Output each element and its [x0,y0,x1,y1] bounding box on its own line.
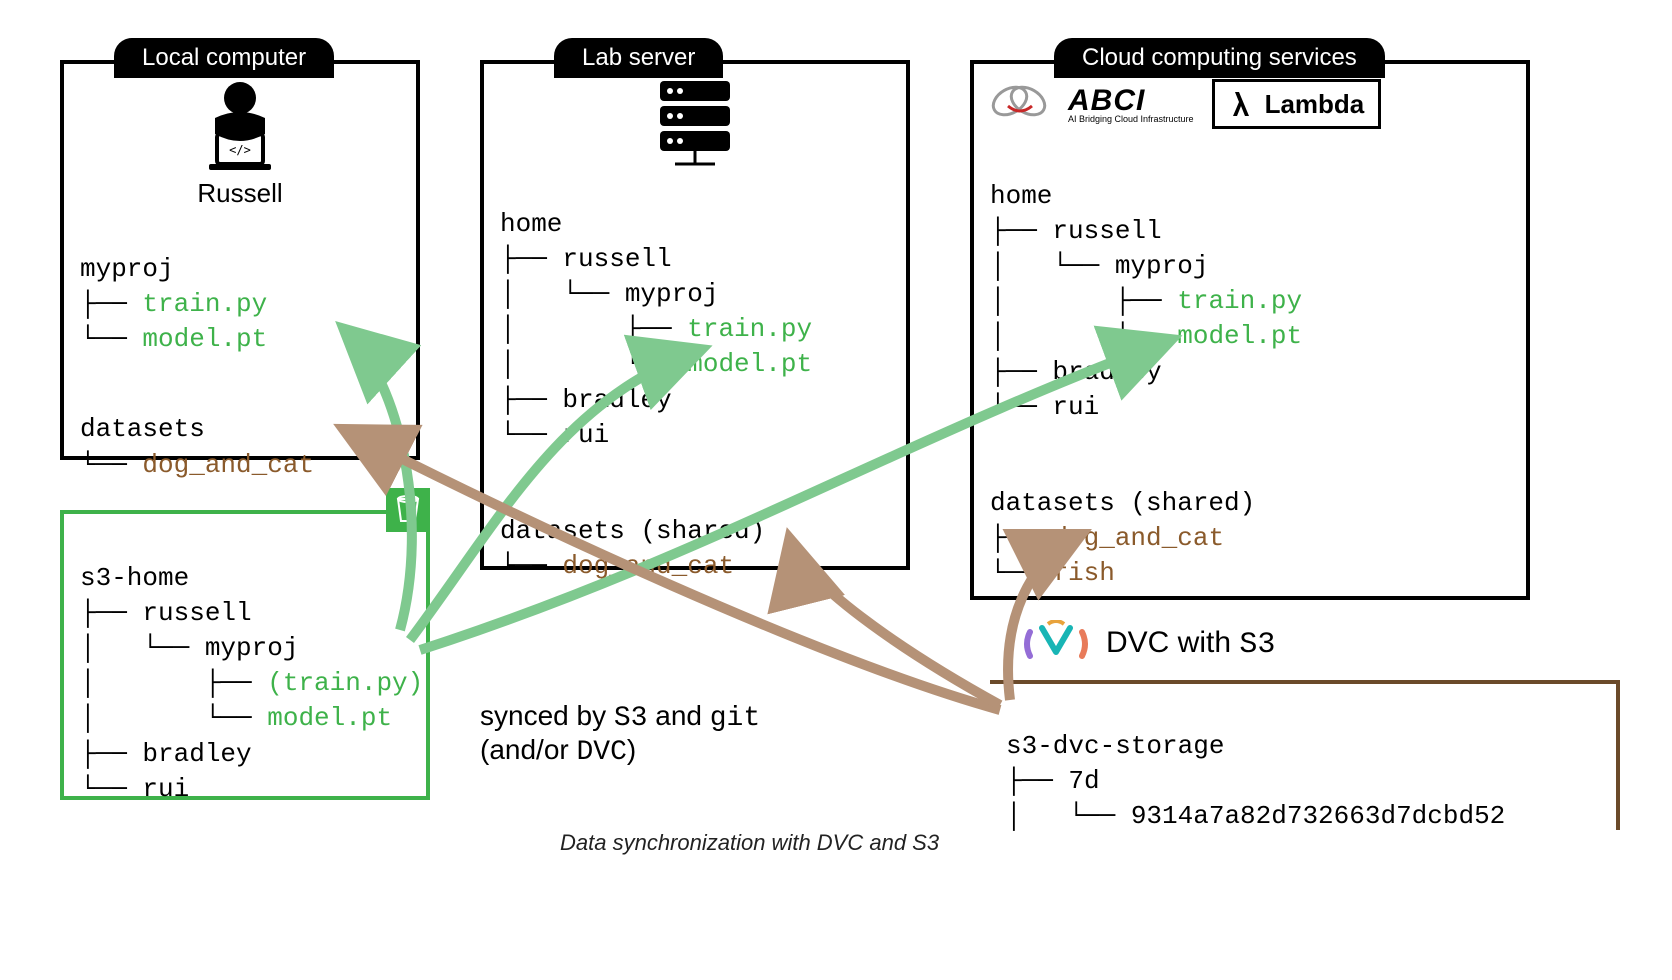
svg-text:</>: </> [229,143,251,157]
dvc-text: DVC with [1106,626,1239,659]
s3-dvc-tree: s3-dvc-storage ├── 7d │ └── 9314a7a82d73… [1006,694,1600,834]
tree-root: myproj [80,254,174,284]
tree-root: datasets (shared) [990,488,1255,518]
synced-note: synced by S3 and git (and/or DVC) [480,700,760,768]
tree-file: dog_and_cat [562,551,734,581]
lab-server-box: Lab server home ├── russell │ └── myproj… [480,60,910,570]
tree-file: train.py [687,314,812,344]
abci-logo-text: ABCI AI Bridging Cloud Infrastructure [1068,84,1194,124]
tree-hash: 9314a7a82d732663d7dcbd52 [1131,801,1505,831]
tree-user: rui [142,774,189,804]
tree-proj: myproj [205,633,299,663]
synced-l2p: (and/or [480,734,577,765]
lab-tree-datasets: datasets (shared) └── dog_and_cat [500,479,890,584]
synced-s3: S3 [614,703,648,734]
tree-proj: myproj [625,279,719,309]
tree-file: model.pt [142,324,267,354]
cloud-tree-home: home ├── russell │ └── myproj │ ├── trai… [990,144,1510,425]
lab-tab: Lab server [554,38,723,78]
tree-user: russell [1052,216,1161,246]
s3-dvc-box: s3-dvc-storage ├── 7d │ └── 9314a7a82d73… [990,680,1620,830]
lambda-icon [1229,88,1255,120]
tree-user: bradley [1052,357,1161,387]
s3-home-tree: s3-home ├── russell │ └── myproj │ ├── (… [80,526,410,807]
cloud-services-box: Cloud computing services ABCI AI Bridgin… [970,60,1530,600]
user-name-label: Russell [80,178,400,209]
tree-file: fish [1052,558,1114,588]
tree-root: s3-home [80,563,189,593]
synced-l2s: ) [627,734,636,765]
dvc-s3-text: S3 [1239,628,1275,662]
s3-bucket-icon [386,488,430,532]
tree-user: russell [562,244,671,274]
lambda-text: Lambda [1265,89,1365,120]
dvc-logo-icon [1020,620,1092,668]
tree-user: rui [1052,392,1099,422]
synced-and: and [647,700,709,731]
s3-home-box: s3-home ├── russell │ └── myproj │ ├── (… [60,510,430,800]
tree-root: home [500,209,562,239]
cloud-logos: ABCI AI Bridging Cloud Infrastructure La… [990,76,1510,132]
dvc-label: DVC with S3 [1020,620,1275,668]
lambda-logo: Lambda [1212,79,1382,129]
tree-file: model.pt [687,349,812,379]
tree-user: russell [142,598,251,628]
synced-prefix: synced by [480,700,614,731]
tree-file: (train.py) [267,668,423,698]
synced-git: git [710,703,760,734]
tree-user: rui [562,420,609,450]
tree-user: bradley [142,739,251,769]
tree-file: train.py [142,289,267,319]
developer-icon: </> [80,76,400,182]
tree-root: datasets [80,414,205,444]
local-tree-datasets: datasets └── dog_and_cat [80,377,400,482]
tree-file: dog_and_cat [142,450,314,480]
cloud-tree-datasets: datasets (shared) ├── dog_and_cat └── fi… [990,451,1510,591]
tree-dir: 7d [1068,766,1099,796]
figure-caption: Data synchronization with DVC and S3 [560,830,939,856]
tree-file: dog_and_cat [1052,523,1224,553]
tree-root: datasets (shared) [500,516,765,546]
lab-tree-home: home ├── russell │ └── myproj │ ├── trai… [500,172,890,453]
local-computer-box: Local computer </> Russell myproj ├── tr… [60,60,420,460]
cloud-tab: Cloud computing services [1054,38,1385,78]
tree-file: model.pt [267,703,392,733]
tree-proj: myproj [1115,251,1209,281]
tree-root: home [990,181,1052,211]
synced-dvc: DVC [577,737,627,768]
tree-user: bradley [562,385,671,415]
local-tree-myproj: myproj ├── train.py └── model.pt [80,217,400,357]
tree-file: model.pt [1177,321,1302,351]
local-tab: Local computer [114,38,334,78]
tree-root: s3-dvc-storage [1006,731,1224,761]
server-icon [500,76,890,172]
abci-logo-icon [990,76,1050,132]
tree-file: train.py [1177,286,1302,316]
